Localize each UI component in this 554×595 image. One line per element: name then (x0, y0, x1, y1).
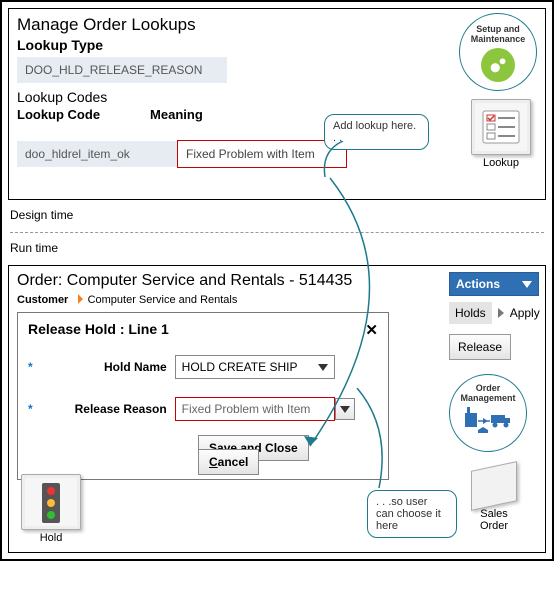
order-panel: Order: Computer Service and Rentals - 51… (8, 265, 546, 553)
customer-value: Computer Service and Rentals (88, 294, 238, 306)
setup-maintenance-badge: Setup and Maintenance (459, 13, 537, 91)
design-time-label: Design time (10, 208, 544, 222)
release-hold-dialog: Release Hold : Line 1 ✕ * Hold Name HOLD… (17, 312, 389, 480)
dashed-divider (10, 232, 544, 233)
traffic-light-icon (21, 474, 81, 530)
lookup-meaning-cell[interactable]: Fixed Problem with Item (177, 140, 347, 168)
sales-order-tile[interactable]: Sales Order (464, 466, 524, 532)
diagram-container: Manage Order Lookups Lookup Type DOO_HLD… (0, 0, 554, 561)
flag-icon (78, 294, 83, 304)
dialog-buttons: Save and Close Cancel (198, 441, 378, 469)
gears-icon (481, 48, 515, 82)
hold-tile[interactable]: Hold (15, 474, 87, 544)
om-label-2: Management (450, 393, 526, 403)
so-label-2: Order (464, 520, 524, 532)
chevron-down-icon (522, 281, 532, 288)
apply-label[interactable]: Apply (510, 306, 540, 320)
actions-menu-button[interactable]: Actions (449, 272, 539, 296)
chevron-right-icon (498, 308, 504, 318)
setup-label-2: Maintenance (460, 34, 536, 44)
om-label-1: Order (450, 383, 526, 393)
lookup-codes-header: Lookup Codes (17, 89, 537, 105)
release-reason-value: Fixed Problem with Item (182, 402, 311, 416)
customer-label: Customer (17, 294, 68, 306)
dialog-title: Release Hold : Line 1 (28, 321, 378, 337)
hold-tile-label: Hold (15, 532, 87, 544)
actions-label: Actions (456, 277, 500, 291)
required-icon: * (28, 360, 33, 374)
lookup-row: doo_hldrel_item_ok Fixed Problem with It… (17, 140, 537, 168)
lookup-tile[interactable]: Lookup (465, 99, 537, 169)
hold-name-select[interactable]: HOLD CREATE SHIP (175, 355, 335, 379)
hold-name-label: Hold Name (37, 360, 167, 374)
callout-choose-here: . . .so user can choose it here (367, 490, 457, 538)
chevron-down-icon (340, 406, 350, 413)
hold-name-value: HOLD CREATE SHIP (182, 360, 298, 374)
document-icon (471, 461, 517, 511)
design-run-divider: Design time Run time (2, 206, 552, 259)
order-management-badge: Order Management (449, 374, 527, 452)
release-reason-row: * Release Reason Fixed Problem with Item (28, 397, 378, 421)
right-column: Actions Holds Apply Release Order Manage… (449, 272, 539, 532)
lookup-columns: Lookup Code Meaning (17, 107, 537, 122)
checklist-icon (471, 99, 531, 155)
factory-truck-icon (461, 403, 515, 433)
hold-name-row: * Hold Name HOLD CREATE SHIP (28, 355, 378, 379)
holds-label[interactable]: Holds (449, 302, 492, 324)
callout-add-lookup: Add lookup here. . . (324, 114, 429, 150)
release-reason-dropdown-button[interactable] (335, 398, 355, 420)
release-reason-select[interactable]: Fixed Problem with Item (175, 397, 335, 421)
col-lookup-code: Lookup Code (17, 107, 100, 122)
close-icon[interactable]: ✕ (365, 321, 378, 339)
lookup-type-value[interactable]: DOO_HLD_RELEASE_REASON (17, 57, 227, 83)
required-icon: * (28, 402, 33, 416)
chevron-down-icon (318, 364, 328, 371)
col-meaning: Meaning (150, 107, 203, 122)
lookup-code-cell[interactable]: doo_hldrel_item_ok (17, 141, 177, 167)
lookup-tile-label: Lookup (465, 157, 537, 169)
setup-label-1: Setup and (460, 24, 536, 34)
release-button[interactable]: Release (449, 334, 511, 360)
page-title: Manage Order Lookups (17, 15, 537, 35)
release-reason-label: Release Reason (37, 402, 167, 416)
run-time-label: Run time (10, 241, 544, 255)
holds-apply-row: Holds Apply (449, 302, 539, 324)
cancel-button[interactable]: Cancel (198, 449, 259, 475)
manage-lookups-panel: Manage Order Lookups Lookup Type DOO_HLD… (8, 8, 546, 200)
